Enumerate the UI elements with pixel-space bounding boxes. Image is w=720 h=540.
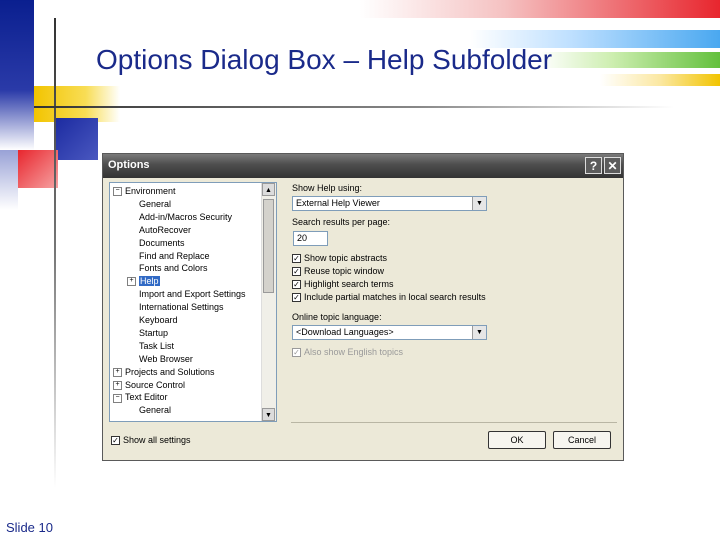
collapse-icon[interactable]: −	[113, 393, 122, 403]
tree-item[interactable]: Startup	[139, 327, 168, 340]
divider	[291, 422, 617, 423]
close-button[interactable]: ✕	[604, 157, 621, 174]
checkbox-label: Include partial matches in local search …	[304, 292, 486, 302]
tree-item[interactable]: + Projects and Solutions	[113, 366, 215, 379]
scroll-up-icon[interactable]: ▲	[262, 183, 275, 196]
checkbox-box: ✓	[292, 254, 301, 264]
decor-red-square	[18, 150, 58, 188]
slide-title: Options Dialog Box – Help Subfolder	[96, 44, 553, 75]
dialog-titlebar: Options ? ✕	[103, 154, 623, 178]
online-language-value: <Download Languages>	[296, 327, 394, 337]
options-dialog: Options ? ✕ − Environment General Add-in/Ma…	[102, 153, 624, 461]
tree-item-label: General	[139, 405, 172, 416]
tree-item-label: Fonts and Colors	[139, 263, 208, 274]
help-button[interactable]: ?	[585, 157, 602, 174]
option-checkbox[interactable]: ✓ Reuse topic window	[292, 265, 384, 277]
option-checkbox[interactable]: ✓ Highlight search terms	[292, 278, 394, 290]
decor-green-strip	[540, 52, 720, 68]
chevron-down-icon: ▼	[472, 326, 486, 339]
checkbox-label: Reuse topic window	[304, 266, 385, 276]
decor-horizontal-line	[34, 106, 674, 108]
tree-item[interactable]: − Text Editor	[113, 391, 168, 404]
show-all-settings-label: Show all settings	[123, 435, 191, 445]
expand-icon[interactable]: +	[127, 277, 136, 287]
show-help-label: Show Help using:	[292, 183, 363, 193]
checkbox-box: ✓	[111, 436, 120, 446]
scroll-thumb[interactable]	[263, 199, 274, 293]
tree-item-label: Help	[139, 276, 160, 287]
tree-item-label: Documents	[139, 237, 185, 248]
tree-item-label: Source Control	[125, 379, 186, 390]
decor-vertical-line	[54, 18, 56, 488]
results-per-page-label: Search results per page:	[292, 217, 391, 227]
tree-item-label: Keyboard	[139, 315, 178, 325]
tree-item[interactable]: + Source Control	[113, 379, 185, 392]
tree-item[interactable]: General	[139, 404, 171, 417]
tree-item-label: Import and Export Settings	[139, 289, 246, 300]
tree-item-label: Web Browser	[139, 353, 193, 364]
show-help-value: External Help Viewer	[296, 198, 380, 208]
dialog-title: Options	[108, 159, 150, 171]
tree-item[interactable]: Web Browser	[139, 353, 193, 366]
cancel-button[interactable]: Cancel	[553, 431, 611, 449]
tree-scrollbar[interactable]: ▲ ▼	[261, 183, 276, 421]
checkbox-label: Show topic abstracts	[304, 253, 388, 263]
tree-item[interactable]: Fonts and Colors	[139, 262, 208, 275]
online-language-select[interactable]: <Download Languages> ▼	[292, 325, 487, 340]
tree-item-label: Projects and Solutions	[125, 366, 215, 377]
show-all-settings-checkbox[interactable]: ✓ Show all settings	[111, 434, 191, 446]
tree-item-label: International Settings	[139, 302, 224, 313]
decor-red-strip	[360, 0, 720, 18]
checkbox-box: ✓	[292, 280, 301, 290]
option-checkbox[interactable]: ✓ Show topic abstracts	[292, 252, 387, 264]
slide-number: Slide 10	[6, 520, 53, 535]
tree-item[interactable]: Keyboard	[139, 314, 178, 327]
show-help-select[interactable]: External Help Viewer ▼	[292, 196, 487, 211]
expand-icon[interactable]: +	[113, 380, 122, 390]
checkbox-box: ✓	[292, 267, 301, 277]
checkbox-box: ✓	[292, 348, 301, 358]
tree-item-label: Text Editor	[125, 392, 168, 403]
chevron-down-icon: ▼	[472, 197, 486, 210]
tree-item[interactable]: General	[139, 198, 171, 211]
tree-item[interactable]: AutoRecover	[139, 224, 191, 237]
tree-item[interactable]: − Environment	[113, 185, 176, 198]
tree-item[interactable]: Import and Export Settings	[139, 288, 246, 301]
online-language-label: Online topic language:	[292, 312, 382, 322]
tree-item-label: General	[139, 198, 172, 209]
english-topics-label: Also show English topics	[304, 347, 404, 357]
checkbox-label: Highlight search terms	[304, 279, 394, 289]
tree-item[interactable]: Find and Replace	[139, 250, 210, 263]
ok-button[interactable]: OK	[488, 431, 546, 449]
tree-item-label: Environment	[125, 186, 176, 196]
scroll-down-icon[interactable]: ▼	[262, 408, 275, 421]
options-tree[interactable]: − Environment General Add-in/Macros Securit…	[109, 182, 277, 422]
decor-blue-square	[54, 118, 98, 160]
tree-item-label: Task List	[139, 340, 175, 351]
tree-item-label: AutoRecover	[139, 224, 192, 235]
expand-icon[interactable]: +	[113, 367, 122, 377]
results-per-page-input[interactable]: 20	[293, 231, 328, 246]
decor-blue-fade	[0, 150, 18, 210]
checkbox-box: ✓	[292, 293, 301, 303]
english-topics-checkbox: ✓ Also show English topics	[292, 346, 403, 358]
tree-item[interactable]: Documents	[139, 237, 185, 250]
option-checkbox[interactable]: ✓ Include partial matches in local search…	[292, 291, 486, 303]
decor-yellow-strip	[600, 74, 720, 86]
tree-item[interactable]: International Settings	[139, 301, 224, 314]
decor-yellow-block	[34, 86, 120, 122]
tree-item[interactable]: Task List	[139, 340, 174, 353]
decor-blue-bar	[0, 0, 34, 150]
tree-item[interactable]: + Help	[127, 275, 160, 288]
collapse-icon[interactable]: −	[113, 187, 122, 197]
tree-item-label: Add-in/Macros Security	[139, 211, 233, 222]
tree-item-label: Startup	[139, 327, 169, 338]
tree-item-label: Find and Replace	[139, 250, 210, 261]
tree-item[interactable]: Add-in/Macros Security	[139, 211, 232, 224]
